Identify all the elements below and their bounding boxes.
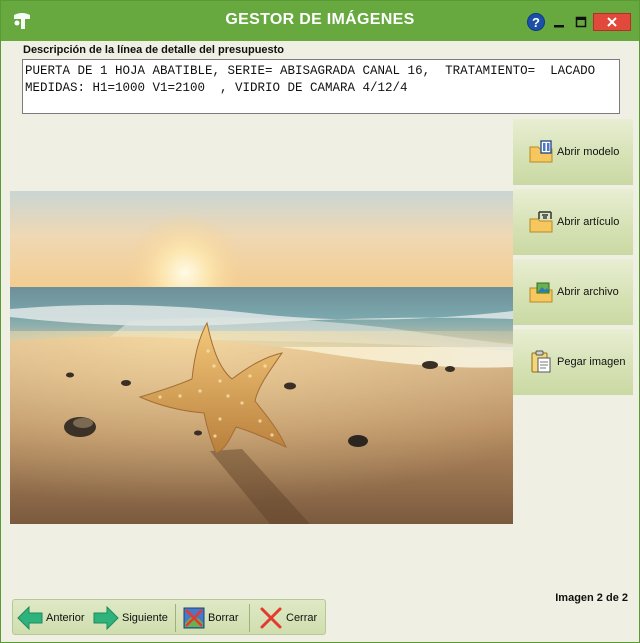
maximize-button[interactable] [573, 12, 589, 32]
arrow-left-icon [17, 606, 43, 630]
delete-image-icon [183, 607, 205, 629]
delete-button[interactable]: Borrar [183, 603, 239, 633]
image-counter: Imagen 2 de 2 [555, 592, 628, 604]
next-label: Siguiente [122, 612, 168, 624]
previous-button[interactable]: Anterior [17, 603, 85, 633]
description-label: Descripción de la línea de detalle del p… [23, 44, 285, 56]
open-article-icon [529, 211, 553, 233]
close-x-icon [260, 607, 282, 629]
paste-image-icon [531, 350, 551, 373]
open-file-icon [529, 282, 553, 303]
starfish-beach-image [10, 191, 513, 524]
title-bar[interactable]: GESTOR DE IMÁGENES ? [1, 1, 639, 41]
help-button[interactable]: ? [525, 12, 547, 32]
open-model-label: Abrir modelo [557, 146, 620, 158]
paste-image-button[interactable]: Pegar imagen [513, 329, 633, 397]
toolbar-separator [249, 604, 250, 632]
close-button[interactable]: Cerrar [259, 603, 317, 633]
image-preview [10, 191, 513, 524]
minimize-icon [554, 25, 564, 28]
previous-label: Anterior [46, 612, 85, 624]
image-manager-window: GESTOR DE IMÁGENES ? Descripción de la l… [0, 0, 640, 643]
open-article-button[interactable]: Abrir artículo [513, 189, 633, 257]
delete-label: Borrar [208, 612, 239, 624]
paste-image-label: Pegar imagen [557, 356, 626, 368]
toolbar-separator [175, 604, 176, 632]
open-file-button[interactable]: Abrir archivo [513, 259, 633, 327]
close-icon [607, 17, 617, 27]
description-textarea[interactable]: PUERTA DE 1 HOJA ABATIBLE, SERIE= ABISAG… [22, 59, 620, 114]
open-article-label: Abrir artículo [557, 216, 620, 228]
open-model-button[interactable]: Abrir modelo [513, 119, 633, 187]
description-line-2: MEDIDAS: H1=1000 V1=2100 , VIDRIO DE CAM… [25, 81, 408, 95]
arrow-right-icon [93, 606, 119, 630]
open-file-label: Abrir archivo [557, 286, 619, 298]
next-button[interactable]: Siguiente [93, 603, 168, 633]
maximize-icon [575, 16, 587, 28]
bottom-toolbar: Anterior Siguiente Borrar Cerrar [12, 599, 326, 635]
open-model-icon [529, 140, 553, 163]
close-label: Cerrar [286, 612, 318, 624]
minimize-button[interactable] [551, 12, 567, 32]
close-window-button[interactable] [593, 13, 631, 31]
description-line-1: PUERTA DE 1 HOJA ABATIBLE, SERIE= ABISAG… [25, 64, 596, 78]
help-icon: ? [527, 13, 545, 31]
